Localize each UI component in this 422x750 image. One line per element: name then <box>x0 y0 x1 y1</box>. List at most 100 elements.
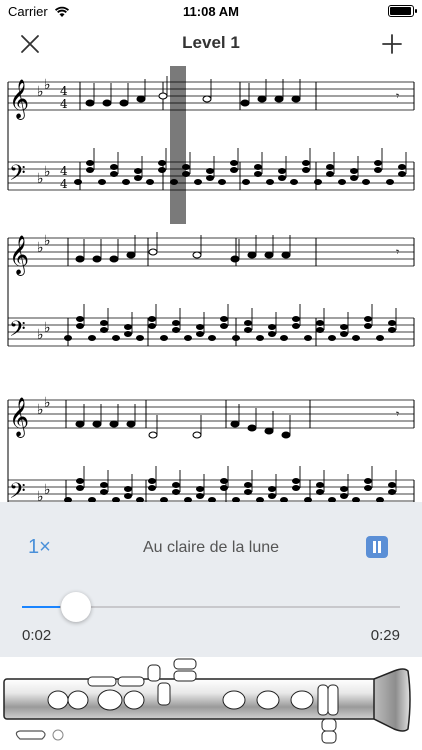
bass-clef: 𝄢 <box>9 317 26 347</box>
eighth-rest: 𝄾 <box>396 245 399 259</box>
melody-note <box>281 251 291 259</box>
melody-note <box>126 251 136 259</box>
music-score[interactable]: 𝄞 𝄢 ♭ ♭ ♭ ♭ 4 4 4 4 𝄾 𝄞 𝄢 ♭ ♭ ♭ ♭ 𝄾 𝄞 𝄢 ♭ ♭ ♭ ♭ 𝄾 <box>0 66 422 502</box>
bass-note <box>136 335 144 341</box>
melody-note <box>75 420 85 428</box>
playhead-cursor <box>170 66 186 224</box>
chord-note <box>316 489 324 495</box>
pause-icon[interactable] <box>366 536 388 558</box>
bass-note <box>256 335 264 341</box>
bass-note <box>304 335 312 341</box>
chord-note <box>148 478 156 484</box>
bass-note <box>376 335 384 341</box>
chord-note <box>244 327 252 333</box>
chord-note <box>350 168 358 174</box>
melody-note <box>264 427 274 435</box>
chord-note <box>340 331 348 337</box>
melody-note <box>247 424 257 432</box>
flat-sign: ♭ <box>37 327 44 343</box>
melody-note <box>92 420 102 428</box>
melody-note <box>257 95 267 103</box>
time-sig: 4 <box>60 84 68 98</box>
melody-note <box>158 92 168 100</box>
chord-note <box>196 331 204 337</box>
chord-note <box>292 316 300 322</box>
chord-note <box>398 171 406 177</box>
chord-note <box>158 160 166 166</box>
chord-note <box>110 171 118 177</box>
chord-note <box>302 160 310 166</box>
melody-note <box>119 99 129 107</box>
chord-note <box>86 167 94 173</box>
eighth-rest: 𝄾 <box>396 407 399 421</box>
chord-note <box>196 493 204 499</box>
chord-note <box>134 168 142 174</box>
song-title: Au claire de la lune <box>142 539 280 556</box>
chord-note <box>326 164 334 170</box>
plus-icon <box>382 34 402 54</box>
bass-note <box>160 335 168 341</box>
chord-note <box>278 168 286 174</box>
melody-note <box>230 255 240 263</box>
chord-note <box>398 164 406 170</box>
status-time: 11:08 AM <box>183 4 239 19</box>
bass-note <box>266 179 274 185</box>
chord-note <box>374 167 382 173</box>
bass-note <box>112 335 120 341</box>
chord-note <box>388 320 396 326</box>
chord-note <box>326 171 334 177</box>
chord-note <box>76 485 84 491</box>
flat-sign: ♭ <box>37 402 44 418</box>
time-sig: 4 <box>60 97 68 111</box>
slider-thumb[interactable] <box>60 592 91 622</box>
chord-note <box>244 489 252 495</box>
melody-note <box>126 420 136 428</box>
flat-sign: ♭ <box>44 233 51 249</box>
battery-icon <box>388 5 417 17</box>
time-elapsed: 0:02 <box>22 627 52 644</box>
clarinet-fingering[interactable] <box>0 657 422 750</box>
bass-note <box>314 179 322 185</box>
chord-note <box>364 323 372 329</box>
bass-note <box>184 335 192 341</box>
treble-clef: 𝄞 <box>9 235 29 276</box>
melody-note <box>202 95 212 103</box>
bass-note <box>280 335 288 341</box>
bass-note <box>386 179 394 185</box>
chord-note <box>374 160 382 166</box>
chord-note <box>220 323 228 329</box>
chord-note <box>196 486 204 492</box>
chord-note <box>100 320 108 326</box>
battery-fill <box>390 7 411 15</box>
flat-sign: ♭ <box>37 84 44 100</box>
status-bar: Carrier 11:08 AM <box>0 0 422 24</box>
progress-slider[interactable] <box>22 592 400 622</box>
bass-note <box>242 179 250 185</box>
bass-clef: 𝄢 <box>9 161 26 191</box>
bass-note <box>232 335 240 341</box>
chord-note <box>278 175 286 181</box>
melody-note <box>264 251 274 259</box>
melody-note <box>92 255 102 263</box>
add-button[interactable] <box>378 30 406 58</box>
chord-note <box>76 478 84 484</box>
chord-note <box>182 164 190 170</box>
time-sig: 4 <box>60 177 68 191</box>
chord-note <box>148 323 156 329</box>
flat-sign: ♭ <box>44 482 51 498</box>
chord-note <box>350 175 358 181</box>
chord-note <box>220 478 228 484</box>
chord-note <box>220 316 228 322</box>
time-total: 0:29 <box>370 627 400 644</box>
melody-note <box>109 255 119 263</box>
chord-note <box>158 167 166 173</box>
bass-note <box>194 179 202 185</box>
chord-note <box>340 324 348 330</box>
chord-note <box>268 331 276 337</box>
chord-note <box>292 478 300 484</box>
chord-note <box>254 171 262 177</box>
melody-note <box>291 95 301 103</box>
bass-note <box>122 179 130 185</box>
melody-note <box>247 251 257 259</box>
chord-note <box>364 478 372 484</box>
